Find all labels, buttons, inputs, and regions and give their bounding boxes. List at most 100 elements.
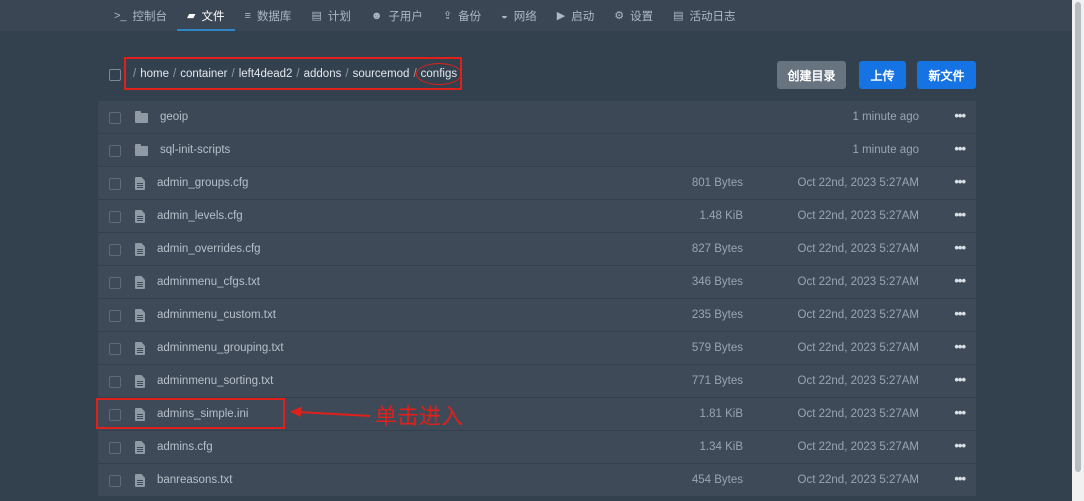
- row-checkbox[interactable]: [109, 343, 121, 355]
- nav-tab-8[interactable]: ⚙ 设置: [604, 0, 663, 31]
- more-options-icon[interactable]: •••: [954, 365, 966, 395]
- nav-tab-label: 网络: [513, 10, 537, 23]
- top-nav-bar: >_ 控制台 ▰ 文件 ≡ 数据库 ▤ 计划 ☻ 子用户 ⇪ 备份 ◒ 网络 ▶ 启动 ⚙ 设置 ▤ 活动日志: [0, 0, 1072, 31]
- file-name[interactable]: banreasons.txt: [157, 464, 232, 496]
- row-checkbox[interactable]: [109, 310, 121, 322]
- file-name[interactable]: adminmenu_cfgs.txt: [157, 266, 260, 298]
- file-modified-date: Oct 22nd, 2023 5:27AM: [797, 474, 919, 486]
- row-checkbox[interactable]: [109, 409, 121, 421]
- nav-tab-9[interactable]: ▤ 活动日志: [663, 0, 745, 31]
- more-options-icon[interactable]: •••: [954, 233, 966, 263]
- file-row[interactable]: adminmenu_grouping.txt 579 Bytes Oct 22nd,…: [98, 332, 976, 365]
- database-icon: ≡: [244, 9, 251, 22]
- file-modified-date: Oct 22nd, 2023 5:27AM: [797, 276, 919, 288]
- more-options-icon[interactable]: •••: [954, 464, 966, 494]
- calendar-icon: ▤: [311, 10, 322, 22]
- log-icon: ▤: [673, 10, 684, 22]
- folder-row[interactable]: sql-init-scripts 1 minute ago •••: [98, 134, 976, 167]
- file-modified-date: Oct 22nd, 2023 5:27AM: [797, 177, 919, 189]
- select-all-checkbox[interactable]: [109, 69, 121, 81]
- nav-tab-label: 控制台: [132, 10, 168, 23]
- nav-tab-label: 计划: [327, 10, 351, 23]
- nav-tab-label: 备份: [458, 10, 482, 23]
- file-name[interactable]: adminmenu_grouping.txt: [157, 332, 284, 364]
- new-file-button[interactable]: 新文件: [917, 61, 976, 89]
- file-type-icon: [135, 375, 145, 388]
- more-options-icon[interactable]: •••: [954, 167, 966, 197]
- file-row[interactable]: adminmenu_custom.txt 235 Bytes Oct 22nd, 2…: [98, 299, 976, 332]
- more-options-icon[interactable]: •••: [954, 101, 966, 131]
- file-row[interactable]: admins.cfg 1.34 KiB Oct 22nd, 2023 5:27AM •…: [98, 431, 976, 464]
- file-row[interactable]: adminmenu_sorting.txt 771 Bytes Oct 22nd, …: [98, 365, 976, 398]
- breadcrumb-link[interactable]: home: [140, 68, 169, 80]
- row-checkbox[interactable]: [109, 178, 121, 190]
- nav-tab-0[interactable]: >_ 控制台: [104, 0, 177, 31]
- file-name[interactable]: admins.cfg: [157, 431, 213, 463]
- file-name[interactable]: admins_simple.ini: [157, 398, 248, 430]
- file-row[interactable]: admin_groups.cfg 801 Bytes Oct 22nd, 2023 …: [98, 167, 976, 200]
- breadcrumb-link[interactable]: addons: [304, 68, 342, 80]
- row-checkbox[interactable]: [109, 112, 121, 124]
- folder-row[interactable]: geoip 1 minute ago •••: [98, 101, 976, 134]
- more-options-icon[interactable]: •••: [954, 398, 966, 428]
- file-type-icon: [135, 111, 148, 123]
- file-row[interactable]: adminmenu_cfgs.txt 346 Bytes Oct 22nd, 202…: [98, 266, 976, 299]
- page-scrollbar[interactable]: [1072, 0, 1084, 501]
- more-options-icon[interactable]: •••: [954, 431, 966, 461]
- nav-tab-7[interactable]: ▶ 启动: [547, 0, 604, 31]
- more-options-icon[interactable]: •••: [954, 134, 966, 164]
- file-size: 771 Bytes: [691, 375, 743, 387]
- nav-tab-2[interactable]: ≡ 数据库: [235, 0, 302, 31]
- file-name[interactable]: adminmenu_custom.txt: [157, 299, 276, 331]
- annotation-label: 单击进入: [375, 405, 464, 430]
- nav-tab-label: 文件: [201, 10, 225, 23]
- nav-tab-5[interactable]: ⇪ 备份: [433, 0, 491, 31]
- file-type-icon: [135, 342, 145, 355]
- nav-tab-label: 子用户: [388, 10, 423, 23]
- create-directory-button[interactable]: 创建目录: [777, 61, 846, 89]
- more-options-icon[interactable]: •••: [954, 200, 966, 230]
- row-checkbox[interactable]: [109, 376, 121, 388]
- file-icon: [135, 243, 145, 256]
- file-size: 827 Bytes: [691, 243, 743, 255]
- breadcrumb-link[interactable]: container: [180, 68, 227, 80]
- breadcrumb-separator: /: [296, 67, 300, 80]
- nav-tab-4[interactable]: ☻ 子用户: [361, 0, 433, 31]
- more-options-icon[interactable]: •••: [954, 299, 966, 329]
- row-checkbox[interactable]: [109, 211, 121, 223]
- file-name[interactable]: sql-init-scripts: [160, 134, 230, 166]
- scrollbar-thumb[interactable]: [1075, 2, 1081, 472]
- file-size: 346 Bytes: [691, 276, 743, 288]
- file-row[interactable]: admin_levels.cfg 1.48 KiB Oct 22nd, 2023 5…: [98, 200, 976, 233]
- file-type-icon: [135, 144, 148, 156]
- breadcrumb-link[interactable]: sourcemod: [353, 68, 410, 80]
- nav-tab-3[interactable]: ▤ 计划: [301, 0, 360, 31]
- more-options-icon[interactable]: •••: [954, 332, 966, 362]
- file-modified-date: Oct 22nd, 2023 5:27AM: [797, 342, 919, 354]
- nav-tab-1[interactable]: ▰ 文件: [177, 0, 235, 31]
- terminal-icon: >_: [114, 9, 127, 22]
- file-icon: [135, 441, 145, 454]
- row-checkbox[interactable]: [109, 277, 121, 289]
- nav-tab-6[interactable]: ◒ 网络: [491, 0, 547, 31]
- file-row[interactable]: admins_simple.ini 1.81 KiB Oct 22nd, 2023 …: [98, 398, 976, 431]
- breadcrumb-separator: /: [133, 67, 137, 80]
- row-checkbox[interactable]: [109, 475, 121, 487]
- breadcrumb-link[interactable]: left4dead2: [239, 68, 293, 80]
- more-options-icon[interactable]: •••: [954, 266, 966, 296]
- file-name[interactable]: admin_overrides.cfg: [157, 233, 261, 265]
- file-row[interactable]: admin_overrides.cfg 827 Bytes Oct 22nd, 20…: [98, 233, 976, 266]
- file-name[interactable]: adminmenu_sorting.txt: [157, 365, 273, 397]
- row-checkbox[interactable]: [109, 442, 121, 454]
- file-list: geoip 1 minute ago ••• sql-init-scripts 1 mi…: [98, 101, 976, 497]
- row-checkbox[interactable]: [109, 145, 121, 157]
- file-name[interactable]: admin_groups.cfg: [157, 167, 248, 199]
- file-name[interactable]: admin_levels.cfg: [157, 200, 243, 232]
- file-size: 801 Bytes: [691, 177, 743, 189]
- file-modified-date: Oct 22nd, 2023 5:27AM: [797, 309, 919, 321]
- breadcrumb: / home / container / left4dead2/addons / source…: [124, 57, 463, 90]
- file-name[interactable]: geoip: [160, 101, 188, 133]
- row-checkbox[interactable]: [109, 244, 121, 256]
- file-row[interactable]: banreasons.txt 454 Bytes Oct 22nd, 2023 5:…: [98, 464, 976, 497]
- upload-button[interactable]: 上传: [859, 61, 906, 89]
